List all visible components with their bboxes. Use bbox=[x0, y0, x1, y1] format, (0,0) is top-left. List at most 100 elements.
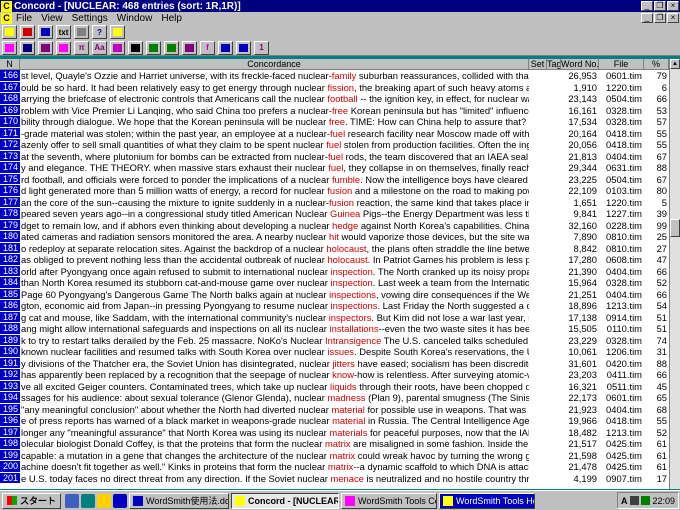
table-row[interactable]: 201 e U.S. today faces no direct threat f… bbox=[0, 472, 680, 485]
concordance-line[interactable]: k to try to restart talks derailed by th… bbox=[20, 335, 529, 347]
tag-cell[interactable] bbox=[547, 254, 561, 266]
table-row[interactable]: 194 ssages for his audience: about sexual… bbox=[0, 392, 680, 404]
header-word-no[interactable]: Word No. bbox=[561, 59, 599, 70]
tag-cell[interactable] bbox=[547, 116, 561, 128]
header-tag[interactable]: Tag bbox=[547, 59, 561, 70]
concordance-line[interactable]: roblem with Vice Premier Li Lanqing, who… bbox=[20, 105, 529, 117]
tip-icon[interactable] bbox=[110, 25, 125, 39]
colour-pink-icon[interactable] bbox=[2, 40, 17, 55]
concordance-line[interactable]: dget to remain low, and if abhors even t… bbox=[20, 220, 529, 232]
row-number[interactable]: 171 bbox=[0, 127, 20, 139]
table-row[interactable]: 175rd football, and officials were force… bbox=[0, 173, 680, 186]
menu-file[interactable]: File bbox=[16, 13, 32, 24]
help-icon[interactable]: ? bbox=[92, 25, 107, 39]
tag-cell[interactable] bbox=[547, 128, 561, 140]
edit-icon[interactable] bbox=[110, 40, 125, 55]
row-number[interactable]: 189 bbox=[0, 334, 20, 346]
concordance-line[interactable]: bility through dialogue. We hope that th… bbox=[20, 116, 529, 128]
concordance-line[interactable]: at the seventh, where plutonium for bomb… bbox=[20, 151, 529, 163]
concordance-line[interactable]: e of press reports has warned of a black… bbox=[20, 415, 529, 427]
number-icon[interactable]: 1 bbox=[254, 40, 269, 55]
table-row[interactable]: 166st level, Quayle's Ozzie and Harriet … bbox=[0, 70, 680, 82]
network-icon[interactable] bbox=[641, 496, 651, 505]
tag-cell[interactable] bbox=[547, 277, 561, 289]
table-row[interactable]: 188 ang might allow international safegua… bbox=[0, 323, 680, 335]
tag-cell[interactable] bbox=[547, 174, 561, 186]
concordance-line[interactable]: has apparently been replaced by a recogn… bbox=[20, 369, 529, 381]
taskbar-task-button[interactable]: Concord - [NUCLEAR... bbox=[231, 492, 340, 509]
tag-cell[interactable] bbox=[547, 289, 561, 301]
tag-cell[interactable] bbox=[547, 461, 561, 473]
concordance-line[interactable]: ssages for his audience: about sexual to… bbox=[20, 392, 529, 404]
set-cell[interactable] bbox=[529, 346, 547, 358]
row-number[interactable]: 191 bbox=[0, 357, 20, 369]
tag-cell[interactable] bbox=[547, 369, 561, 381]
concordance-line[interactable]: than North Korea resumed its stubborn ca… bbox=[20, 277, 529, 289]
table-row[interactable]: 178 peared seven years ago--in a congress… bbox=[0, 208, 680, 220]
set-cell[interactable] bbox=[529, 116, 547, 128]
menu-view[interactable]: View bbox=[41, 13, 63, 24]
tag-cell[interactable] bbox=[547, 105, 561, 117]
tag-cell[interactable] bbox=[547, 185, 561, 197]
table-row[interactable]: 177 an the core of the sun--causing the m… bbox=[0, 196, 680, 209]
concordance-line[interactable]: azenly offer to sell small quantities of… bbox=[20, 139, 529, 151]
set-cell[interactable] bbox=[529, 231, 547, 243]
restore-icon[interactable]: ❐ bbox=[654, 1, 666, 11]
concordance-line[interactable]: o redeploy at separate relocation sites.… bbox=[20, 243, 529, 255]
tag-cell[interactable] bbox=[547, 93, 561, 105]
table-row[interactable]: 171 -grade material was stolen; within th… bbox=[0, 127, 680, 140]
tag-cell[interactable] bbox=[547, 473, 561, 485]
row-number[interactable]: 177 bbox=[0, 196, 20, 208]
concordance-line[interactable]: olecular biologist Donald Coffey, is tha… bbox=[20, 438, 529, 450]
doc-minimize-icon[interactable]: _ bbox=[641, 13, 653, 23]
header-set[interactable]: Set bbox=[529, 59, 547, 70]
row-number[interactable]: 196 bbox=[0, 415, 20, 427]
header-file[interactable]: File bbox=[599, 59, 644, 70]
tag-cell[interactable] bbox=[547, 438, 561, 450]
table-row[interactable]: 190 known nuclear facilities and resumed … bbox=[0, 346, 680, 358]
ie-icon[interactable] bbox=[65, 493, 80, 508]
table-row[interactable]: 191 y divisions of the Thatcher era, the … bbox=[0, 357, 680, 370]
menu-settings[interactable]: Settings bbox=[72, 13, 108, 24]
row-number[interactable]: 176 bbox=[0, 185, 20, 197]
set-cell[interactable] bbox=[529, 139, 547, 151]
row-number[interactable]: 183 bbox=[0, 265, 20, 277]
concordance-line[interactable]: y divisions of the Thatcher era, the Sov… bbox=[20, 358, 529, 370]
table-row[interactable]: 183 orld after Pyongyang once again refus… bbox=[0, 265, 680, 277]
clock[interactable]: 22:09 bbox=[652, 496, 675, 506]
concordance-line[interactable]: ould be so hard. It had been relatively … bbox=[20, 82, 529, 94]
tag-cell[interactable] bbox=[547, 358, 561, 370]
set-cell[interactable] bbox=[529, 289, 547, 301]
doc-restore-icon[interactable]: ❐ bbox=[654, 13, 666, 23]
set-cell[interactable] bbox=[529, 151, 547, 163]
concordance-line[interactable]: an the core of the sun--causing the mixt… bbox=[20, 197, 529, 209]
row-number[interactable]: 198 bbox=[0, 438, 20, 450]
table-row[interactable]: 180 ated cameras and radiation sensors mo… bbox=[0, 231, 680, 243]
sort-icon[interactable] bbox=[2, 25, 17, 39]
tag-cell[interactable] bbox=[547, 151, 561, 163]
tag-cell[interactable] bbox=[547, 392, 561, 404]
tag-cell[interactable] bbox=[547, 404, 561, 416]
row-number[interactable]: 186 bbox=[0, 300, 20, 312]
row-number[interactable]: 173 bbox=[0, 150, 20, 162]
tag-cell[interactable] bbox=[547, 335, 561, 347]
tag-cell[interactable] bbox=[547, 70, 561, 82]
minimize-icon[interactable]: _ bbox=[641, 1, 653, 11]
header-pct[interactable]: % bbox=[644, 59, 669, 70]
print-icon[interactable] bbox=[74, 25, 89, 39]
row-number[interactable]: 168 bbox=[0, 93, 20, 105]
row-number[interactable]: 167 bbox=[0, 81, 20, 93]
fx-icon[interactable]: f bbox=[200, 40, 215, 55]
start-button[interactable]: スタート bbox=[2, 492, 62, 509]
table-row[interactable]: 189 k to try to restart talks derailed by… bbox=[0, 334, 680, 347]
arrow-icon[interactable] bbox=[218, 40, 233, 55]
row-number[interactable]: 180 bbox=[0, 231, 20, 243]
search-icon[interactable] bbox=[128, 40, 143, 55]
concordance-line[interactable]: achine doesn't fit together as well." Ki… bbox=[20, 461, 529, 473]
concordance-line[interactable]: ated cameras and radiation sensors monit… bbox=[20, 231, 529, 243]
speaker-icon[interactable] bbox=[630, 496, 640, 505]
set-cell[interactable] bbox=[529, 208, 547, 220]
row-number[interactable]: 179 bbox=[0, 219, 20, 231]
concordance-line[interactable]: Page 60 Pyongyang's Dangerous Game The N… bbox=[20, 289, 529, 301]
set-cell[interactable] bbox=[529, 93, 547, 105]
